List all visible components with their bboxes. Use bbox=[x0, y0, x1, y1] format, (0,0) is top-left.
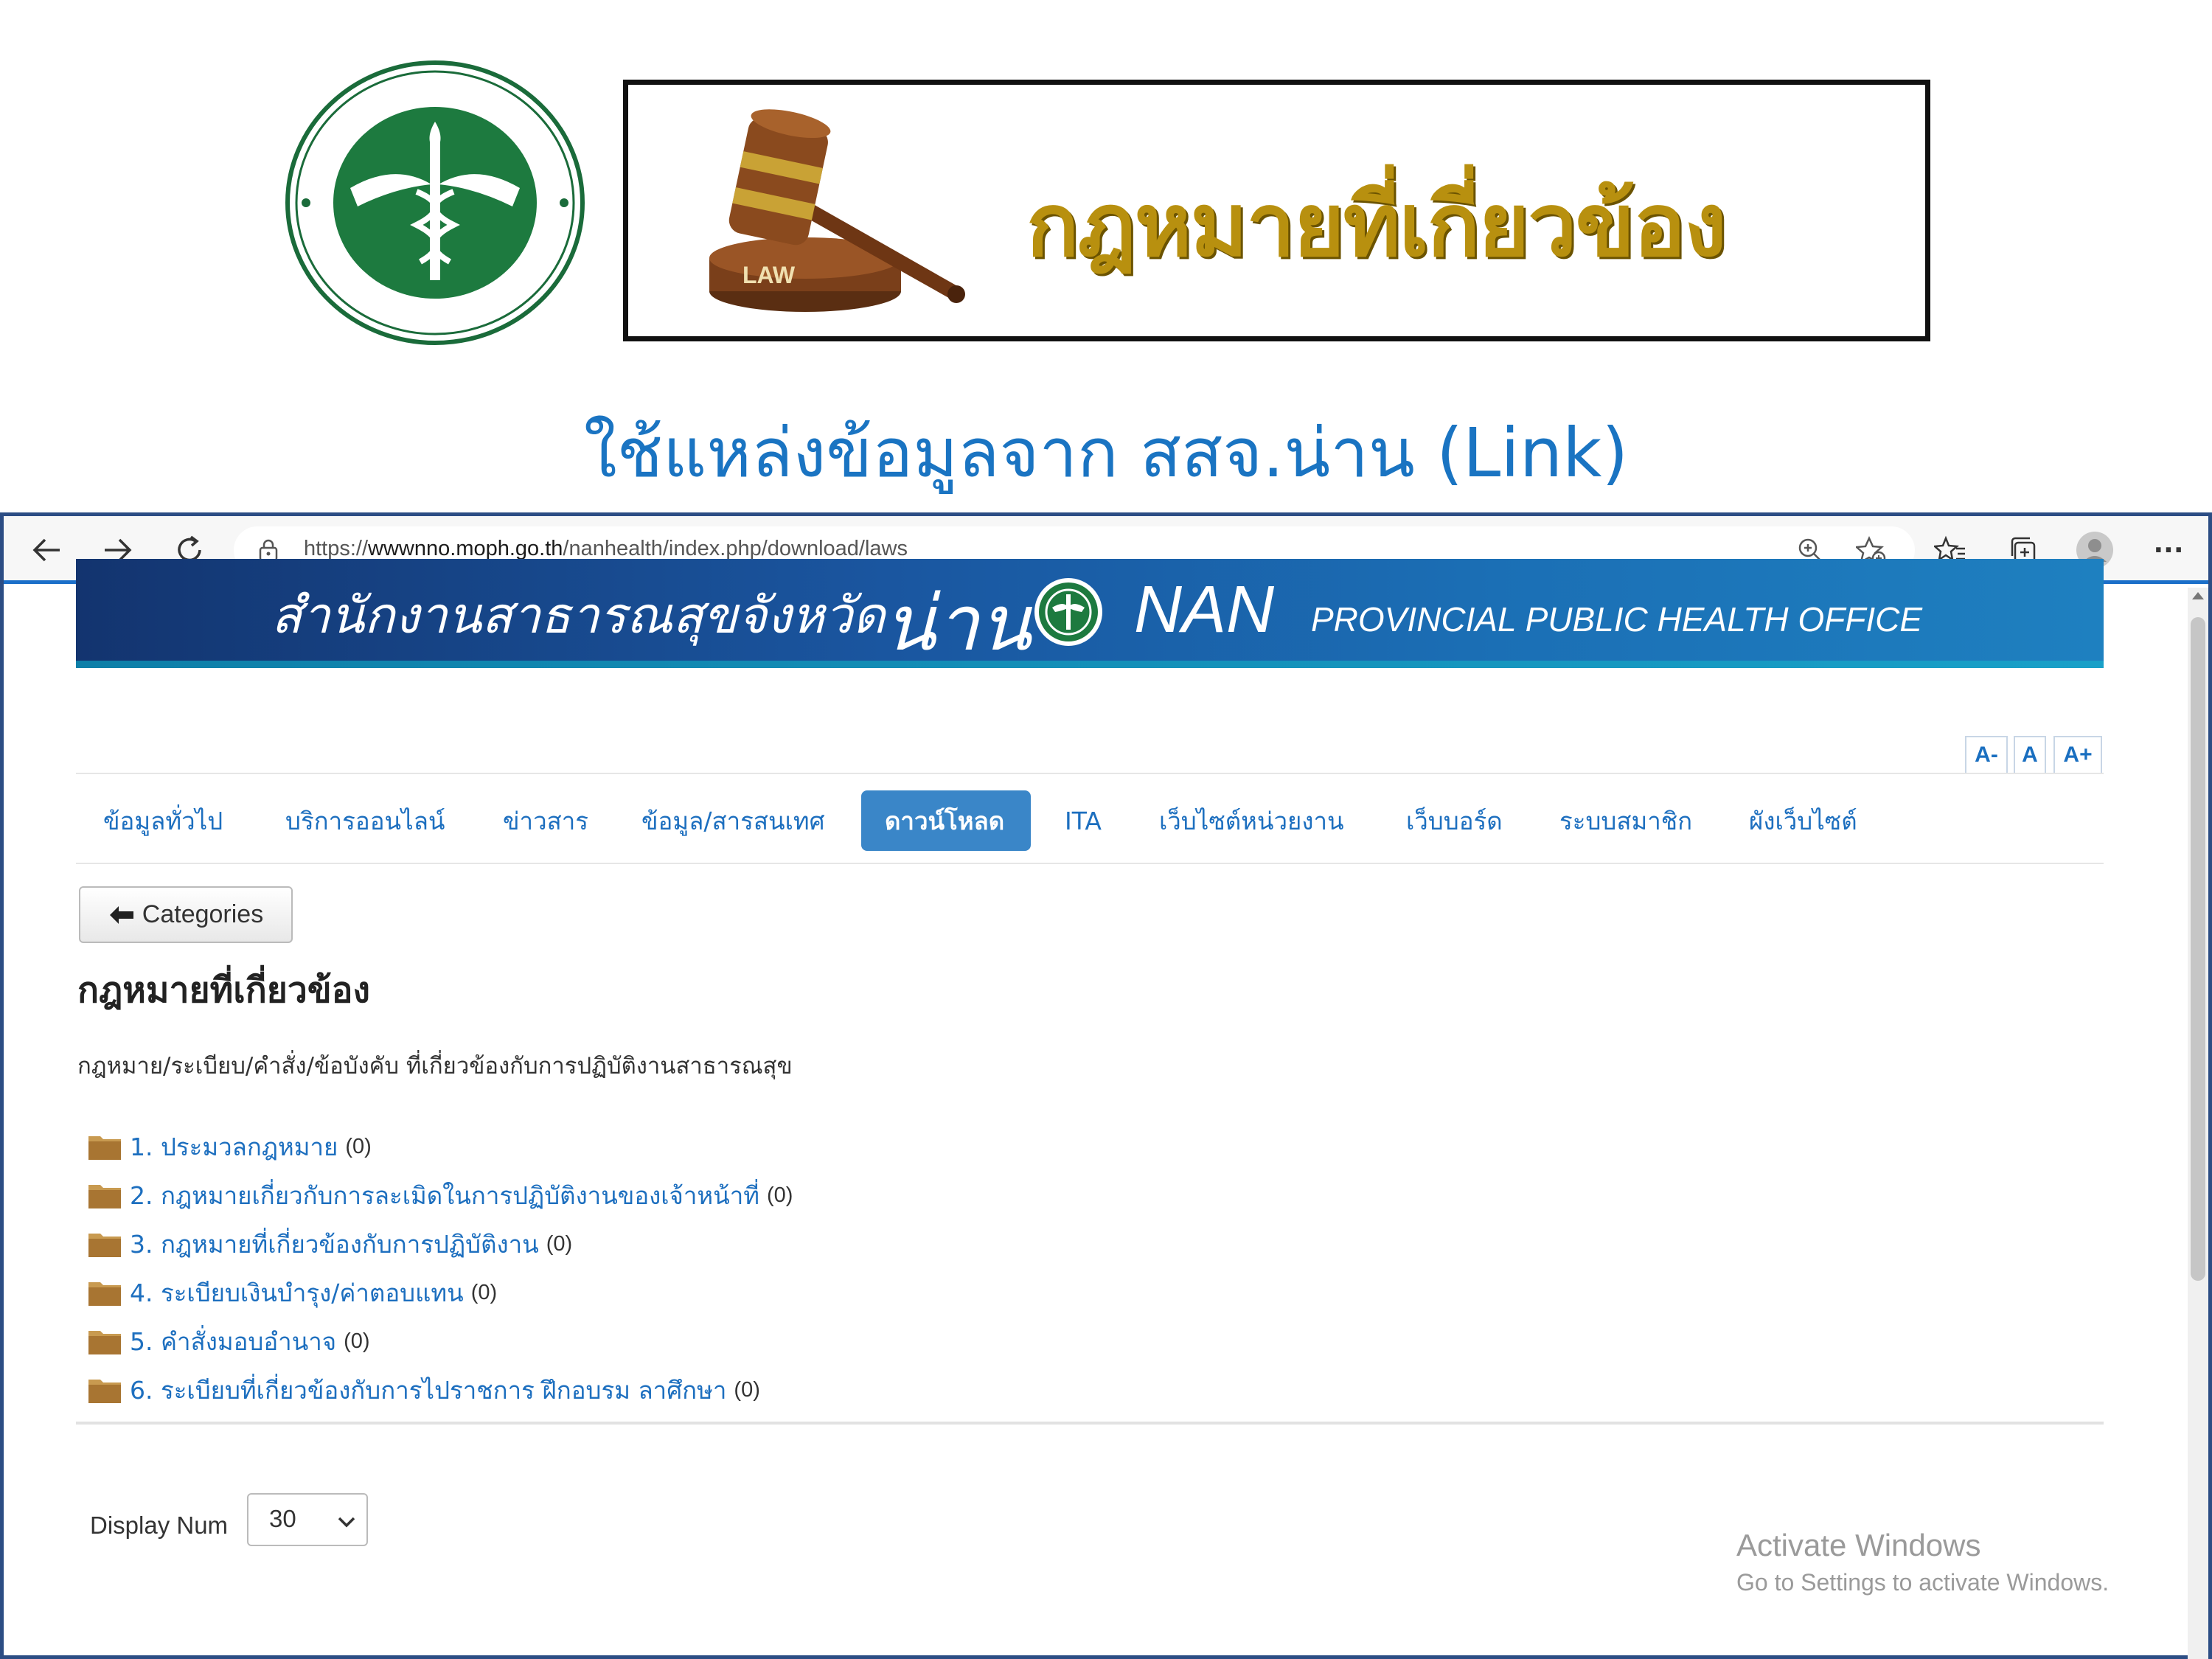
site-banner-en-small: PROVINCIAL PUBLIC HEALTH OFFICE bbox=[1311, 600, 1923, 639]
activate-windows-subtitle: Go to Settings to activate Windows. bbox=[1736, 1569, 2110, 1596]
category-item[interactable]: 4. ระเบียบเงินบำรุง/ค่าตอบแทน (0) bbox=[87, 1274, 497, 1311]
nav-divider-bottom bbox=[76, 863, 2104, 864]
site-banner-en-big: NAN bbox=[1134, 573, 1275, 647]
url-text[interactable]: https://wwwnno.moph.go.th/nanhealth/inde… bbox=[304, 537, 908, 561]
folder-icon bbox=[87, 1278, 122, 1307]
nav-item-download[interactable]: ดาวน์โหลด bbox=[861, 790, 1031, 851]
nav-item-online-services[interactable]: บริการออนไลน์ bbox=[262, 790, 468, 851]
banner-title: กฎหมายที่เกี่ยวข้อง bbox=[1026, 174, 1727, 276]
font-increase-button[interactable]: A+ bbox=[2053, 736, 2102, 774]
arrow-left-icon bbox=[109, 905, 133, 924]
nav-item-general-info[interactable]: ข้อมูลทั่วไป bbox=[80, 790, 246, 851]
category-count: (0) bbox=[345, 1134, 372, 1158]
scroll-thumb[interactable] bbox=[2191, 617, 2205, 1281]
category-item[interactable]: 3. กฎหมายที่เกี่ยวข้องกับการปฏิบัติงาน (… bbox=[87, 1225, 572, 1262]
category-link[interactable]: 6. ระเบียบที่เกี่ยวข้องกับการไปราชการ ฝึ… bbox=[130, 1371, 726, 1410]
category-count: (0) bbox=[734, 1377, 760, 1402]
back-to-categories-label: Categories bbox=[142, 900, 264, 928]
category-item[interactable]: 2. กฎหมายเกี่ยวกับการละเมิดในการปฏิบัติง… bbox=[87, 1177, 793, 1214]
hospital-seal-logo bbox=[284, 59, 586, 347]
nav-item-ita[interactable]: ITA bbox=[1041, 790, 1125, 851]
display-num-label: Display Num bbox=[90, 1512, 229, 1539]
site-header-banner[interactable]: สำนักงานสาธารณสุขจังหวัด น่าน NAN PROVIN… bbox=[76, 559, 2104, 668]
category-count: (0) bbox=[344, 1329, 370, 1353]
scrollbar[interactable] bbox=[2188, 588, 2208, 1659]
gavel-icon bbox=[709, 109, 965, 312]
nav-item-member-system[interactable]: ระบบสมาชิก bbox=[1536, 790, 1716, 851]
scroll-up-arrow-icon[interactable] bbox=[2192, 592, 2204, 599]
more-menu-icon[interactable]: ··· bbox=[2148, 529, 2189, 571]
back-arrow-icon[interactable] bbox=[24, 528, 69, 572]
source-line[interactable]: ใช้แหล่งข้อมูลจาก สสจ.น่าน (Link) bbox=[0, 398, 2212, 507]
nav-item-webboard[interactable]: เว็บบอร์ด bbox=[1382, 790, 1526, 851]
site-banner-thai-name: สำนักงานสาธารณสุขจังหวัด bbox=[271, 587, 886, 645]
nav-item-sitemap[interactable]: ผังเว็บไซต์ bbox=[1725, 790, 1881, 851]
browser-window: https://wwwnno.moph.go.th/nanhealth/inde… bbox=[0, 512, 2212, 1659]
category-count: (0) bbox=[767, 1183, 793, 1207]
nav-divider-top bbox=[76, 773, 2104, 774]
folder-icon bbox=[87, 1326, 122, 1356]
display-num-select[interactable]: 30 bbox=[247, 1493, 368, 1546]
nav-item-information[interactable]: ข้อมูล/สารสนเทศ bbox=[618, 790, 849, 851]
chevron-down-icon bbox=[335, 1511, 358, 1533]
list-divider bbox=[76, 1422, 2104, 1425]
category-item[interactable]: 1. ประมวลกฎหมาย (0) bbox=[87, 1128, 372, 1165]
site-banner-underline bbox=[76, 661, 2104, 668]
nav-item-agency-websites[interactable]: เว็บไซต์หน่วยงาน bbox=[1135, 790, 1368, 851]
category-link[interactable]: 1. ประมวลกฎหมาย bbox=[130, 1127, 338, 1166]
category-link[interactable]: 3. กฎหมายที่เกี่ยวข้องกับการปฏิบัติงาน bbox=[130, 1225, 539, 1264]
category-link[interactable]: 4. ระเบียบเงินบำรุง/ค่าตอบแทน bbox=[130, 1273, 464, 1312]
nav-item-news[interactable]: ข่าวสาร bbox=[479, 790, 612, 851]
category-link[interactable]: 2. กฎหมายเกี่ยวกับการละเมิดในการปฏิบัติง… bbox=[130, 1176, 759, 1215]
font-decrease-button[interactable]: A- bbox=[1965, 736, 2008, 774]
font-reset-button[interactable]: A bbox=[2014, 736, 2046, 774]
law-label: LAW bbox=[742, 262, 796, 288]
display-num-value: 30 bbox=[269, 1505, 296, 1532]
category-count: (0) bbox=[470, 1280, 498, 1304]
folder-icon bbox=[87, 1180, 122, 1210]
moph-emblem-icon bbox=[1034, 578, 1102, 646]
back-to-categories-button[interactable]: Categories bbox=[79, 886, 293, 943]
folder-icon bbox=[87, 1229, 122, 1259]
category-item[interactable]: 5. คำสั่งมอบอำนาจ (0) bbox=[87, 1323, 370, 1360]
category-item[interactable]: 6. ระเบียบที่เกี่ยวข้องกับการไปราชการ ฝึ… bbox=[87, 1371, 760, 1408]
page-description: กฎหมาย/ระเบียบ/คำสั่ง/ข้อบังคับ ที่เกี่ย… bbox=[77, 1053, 793, 1079]
category-link[interactable]: 5. คำสั่งมอบอำนาจ bbox=[130, 1322, 336, 1361]
category-count: (0) bbox=[546, 1231, 573, 1256]
folder-icon bbox=[87, 1375, 122, 1405]
law-banner: LAW กฎหมายที่เกี่ยวข้อง bbox=[623, 80, 1930, 341]
activate-windows-title: Activate Windows bbox=[1736, 1528, 1981, 1562]
page-title: กฎหมายที่เกี่ยวข้อง bbox=[77, 970, 370, 1011]
folder-icon bbox=[87, 1132, 122, 1161]
